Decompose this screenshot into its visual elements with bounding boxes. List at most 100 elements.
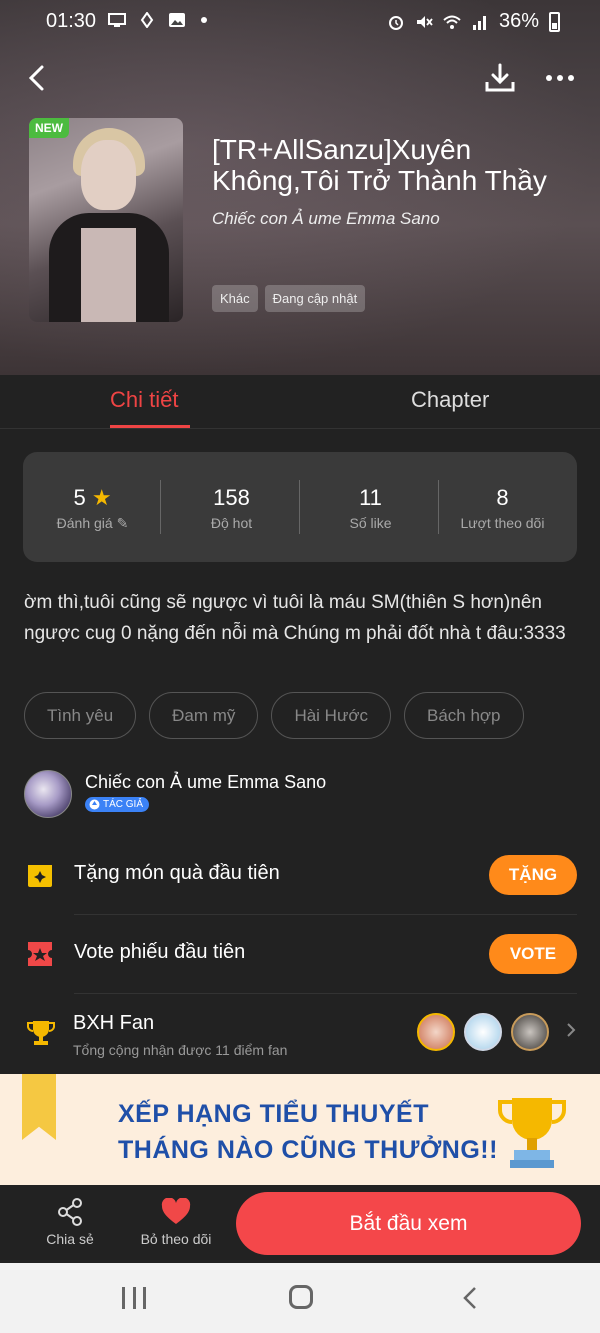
- trophy-icon: [498, 1098, 566, 1168]
- fan-ranking-row[interactable]: BXH Fan Tổng cộng nhận được 11 điểm fan: [24, 1000, 584, 1070]
- ribbon-icon: [22, 1074, 56, 1140]
- more-dot-icon: [557, 75, 563, 81]
- verified-icon: [89, 799, 100, 810]
- screen-icon: [108, 13, 126, 27]
- tag-item[interactable]: Hài Hước: [271, 692, 391, 739]
- gift-button[interactable]: TẶNG: [489, 855, 577, 895]
- status-notifications: [108, 12, 216, 28]
- chevron-right-icon: [567, 1023, 576, 1037]
- vote-label: Vote phiếu đầu tiên: [74, 941, 246, 963]
- stat-hot-value: 158: [213, 485, 250, 510]
- share-icon: [58, 1198, 82, 1226]
- author-row[interactable]: Chiếc con Ả ume Emma Sano TÁC GIẢ: [24, 768, 584, 818]
- back-button[interactable]: [18, 60, 54, 96]
- trophy-icon: [27, 1021, 55, 1045]
- signal-icon: [472, 15, 486, 30]
- start-reading-button[interactable]: Bắt đầu xem: [236, 1192, 581, 1255]
- book-description: ờm thì,tuôi cũng sẽ ngược vì tuôi là máu…: [24, 592, 566, 644]
- vote-row: Vote phiếu đầu tiên VOTE: [24, 914, 577, 994]
- stat-likes-label: Số like: [349, 515, 392, 531]
- stat-followers-value: 8: [496, 485, 509, 510]
- stat-followers: 8 Lượt theo dõi: [433, 452, 572, 562]
- more-dot-icon: [568, 75, 574, 81]
- author-role-badge: TÁC GIẢ: [85, 797, 150, 812]
- fan-ranking-subtitle: Tổng cộng nhận được 11 điểm fan: [73, 1042, 288, 1058]
- banner-line-1: XẾP HẠNG TIỂU THUYẾT: [118, 1100, 429, 1128]
- heart-icon: [161, 1197, 191, 1224]
- stat-hot: 158 Độ hot: [162, 452, 301, 562]
- book-title: [TR+AllSanzu]Xuyên Không,Tôi Trở Thành T…: [212, 134, 547, 196]
- fan-ranking-title: BXH Fan: [73, 1012, 155, 1034]
- alarm-icon: [388, 15, 403, 30]
- recent-apps-icon: [143, 1287, 146, 1309]
- new-badge: NEW: [29, 118, 69, 138]
- system-navigation-bar: [0, 1263, 600, 1333]
- stat-likes: 11 Số like: [301, 452, 440, 562]
- stat-followers-label: Lượt theo dõi: [460, 515, 545, 531]
- cover-art-shirt: [81, 228, 136, 322]
- recent-apps-button[interactable]: [122, 1287, 146, 1309]
- fan-avatar[interactable]: [417, 1013, 455, 1051]
- stat-rating[interactable]: 5 ★ Đánh giá ✎: [23, 452, 162, 562]
- stat-rating-value: 5: [73, 485, 86, 510]
- download-icon: [485, 63, 515, 92]
- chip-category[interactable]: Khác: [212, 285, 258, 312]
- battery-percent: 36%: [498, 10, 539, 32]
- tab-chapter[interactable]: Chapter: [411, 387, 489, 413]
- edit-icon: ✎: [116, 515, 129, 531]
- stat-hot-label: Độ hot: [210, 515, 253, 531]
- more-dot-icon: [546, 75, 552, 81]
- share-label: Chia sẻ: [46, 1231, 94, 1247]
- cover-art-face: [81, 140, 136, 210]
- dot-icon: [201, 17, 207, 23]
- ticket-icon: [28, 942, 52, 966]
- fan-avatar[interactable]: [464, 1013, 502, 1051]
- stats-card: 5 ★ Đánh giá ✎ 158 Độ hot 11 Số like 8 L…: [23, 452, 577, 562]
- home-button[interactable]: [289, 1285, 313, 1309]
- bottom-action-bar: Chia sẻ Bỏ theo dõi Bắt đầu xem: [0, 1185, 600, 1263]
- chevron-left-icon: [28, 65, 44, 91]
- divider: [160, 480, 161, 534]
- diamond-icon: [140, 12, 154, 28]
- author-role-text: TÁC GIẢ: [103, 799, 144, 810]
- battery-icon: [549, 11, 560, 32]
- top-navigation: [0, 54, 600, 102]
- stat-likes-value: 11: [359, 485, 382, 510]
- banner-line-2: THÁNG NÀO CŨNG THƯỞNG!!: [118, 1136, 498, 1164]
- more-options-button[interactable]: [540, 60, 580, 96]
- gift-label: Tặng món quà đầu tiên: [74, 862, 280, 884]
- fan-avatars: [417, 1013, 549, 1051]
- tag-item[interactable]: Đam mỹ: [149, 692, 259, 739]
- wifi-icon: [443, 15, 461, 29]
- status-system-icons: 36%: [387, 10, 560, 33]
- stat-rating-label: Đánh giá: [56, 515, 113, 531]
- tab-detail[interactable]: Chi tiết: [110, 387, 178, 413]
- unfollow-label: Bỏ theo dõi: [140, 1231, 212, 1247]
- genre-tags: Tình yêu Đam mỹ Hài Hước Bách hợp: [24, 692, 524, 739]
- tag-item[interactable]: Tình yêu: [24, 692, 137, 739]
- divider: [74, 993, 577, 994]
- recent-apps-icon: [122, 1287, 125, 1309]
- promo-banner[interactable]: XẾP HẠNG TIỂU THUYẾT THÁNG NÀO CŨNG THƯỞ…: [0, 1074, 600, 1185]
- vote-button[interactable]: VOTE: [489, 934, 577, 974]
- divider: [299, 480, 300, 534]
- tab-active-indicator: [110, 425, 190, 428]
- status-bar: 01:30 36%: [0, 0, 600, 44]
- status-time: 01:30: [46, 10, 97, 32]
- system-back-button[interactable]: [460, 1285, 480, 1311]
- book-author[interactable]: Chiếc con Ả ume Emma Sano: [212, 209, 440, 229]
- unfollow-button[interactable]: Bỏ theo dõi: [133, 1195, 219, 1255]
- gift-icon: [28, 865, 52, 887]
- fan-avatar[interactable]: [511, 1013, 549, 1051]
- star-icon: ★: [91, 485, 112, 510]
- tag-item[interactable]: Bách hợp: [403, 692, 524, 739]
- author-avatar[interactable]: [24, 770, 72, 818]
- tab-bar: Chi tiết Chapter: [0, 375, 600, 429]
- book-cover[interactable]: NEW: [29, 118, 183, 322]
- mute-icon: [416, 15, 433, 28]
- book-chips: Khác Đang cập nhật: [212, 285, 366, 312]
- recent-apps-icon: [132, 1287, 136, 1309]
- share-button[interactable]: Chia sẻ: [40, 1195, 100, 1255]
- author-name[interactable]: Chiếc con Ả ume Emma Sano: [85, 772, 326, 793]
- download-button[interactable]: [482, 60, 518, 96]
